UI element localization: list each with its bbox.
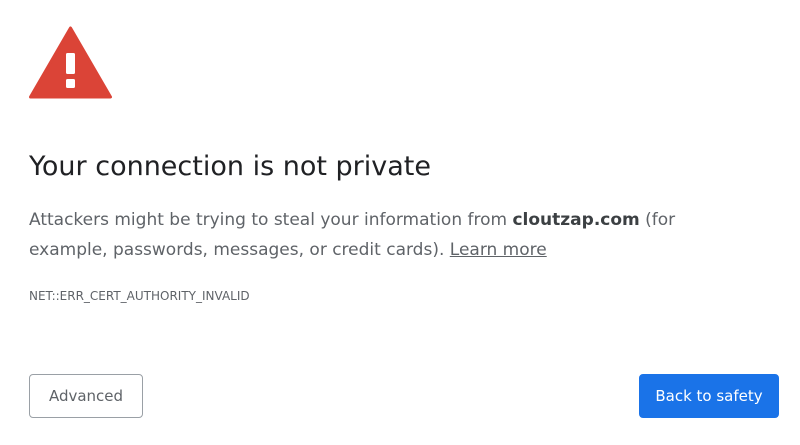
- warning-triangle-icon: [29, 26, 112, 99]
- warning-message: Attackers might be trying to steal your …: [29, 205, 759, 265]
- error-code: NET::ERR_CERT_AUTHORITY_INVALID: [29, 289, 250, 303]
- advanced-button[interactable]: Advanced: [29, 374, 143, 418]
- back-to-safety-button[interactable]: Back to safety: [639, 374, 779, 418]
- page-title: Your connection is not private: [29, 151, 431, 182]
- site-domain: cloutzap.com: [512, 210, 640, 230]
- message-prefix: Attackers might be trying to steal your …: [29, 210, 513, 230]
- learn-more-link[interactable]: Learn more: [450, 240, 547, 260]
